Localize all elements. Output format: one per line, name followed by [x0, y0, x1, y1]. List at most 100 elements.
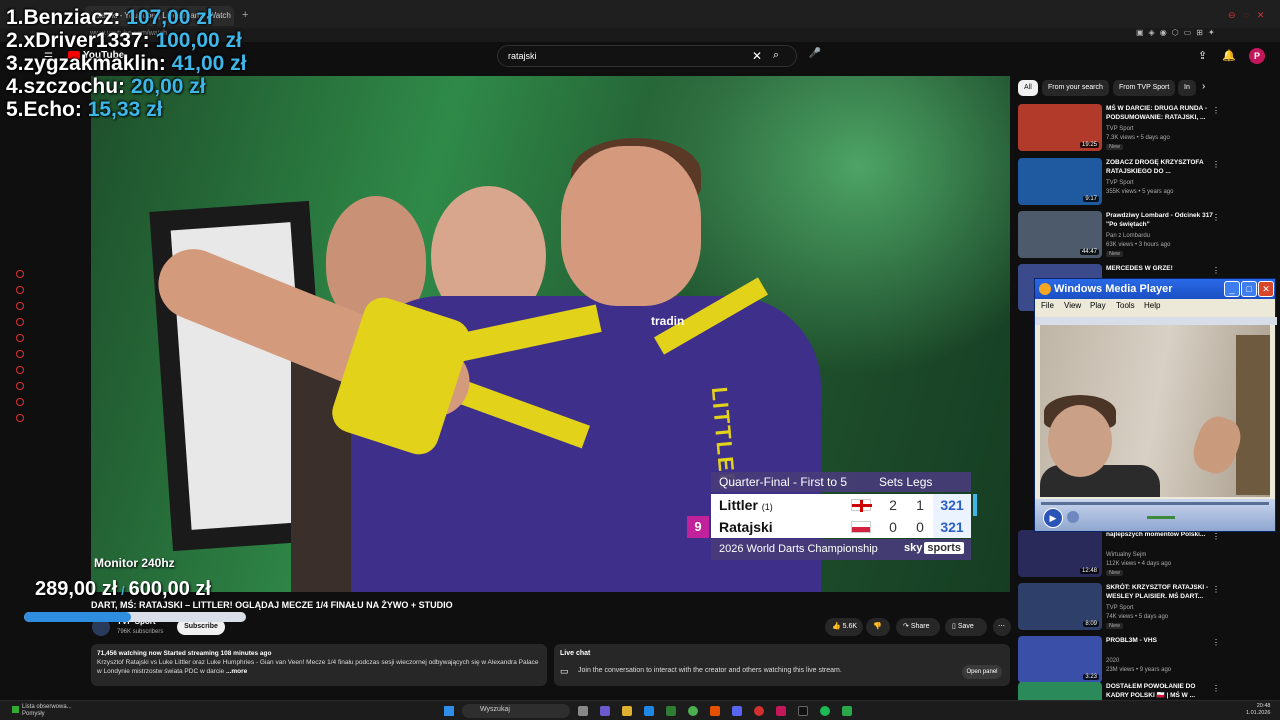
chip-all[interactable]: All: [1018, 80, 1038, 96]
volume-slider[interactable]: [1147, 516, 1175, 519]
more-actions-icon[interactable]: ⋯: [993, 618, 1011, 636]
recommendation-channel[interactable]: TVP Sport: [1106, 126, 1134, 132]
app-icon[interactable]: [710, 706, 720, 716]
account-avatar[interactable]: P: [1249, 48, 1265, 64]
strip-icon[interactable]: [16, 350, 24, 358]
widgets-icon[interactable]: [12, 706, 19, 713]
close-button[interactable]: ✕: [1258, 281, 1274, 297]
extension-icons[interactable]: ▣◈◉⬡▭⊞✦: [1136, 28, 1220, 37]
media-player-window[interactable]: Windows Media Player _ □ ✕ File View Pla…: [1034, 278, 1277, 532]
search-icon[interactable]: ⌕: [773, 49, 779, 62]
minimize-button[interactable]: _: [1224, 281, 1240, 297]
strip-icon[interactable]: [16, 286, 24, 294]
recommendation-duration: 8:09: [1083, 621, 1099, 627]
recommendation-title[interactable]: Prawdziwy Lombard - Odcinek 317 "Po świę…: [1106, 212, 1214, 229]
more-options-icon[interactable]: ⋮: [1212, 638, 1220, 647]
strip-icon[interactable]: [16, 398, 24, 406]
recommendation-thumbnail[interactable]: 8:09: [1018, 583, 1102, 630]
recommendation-channel[interactable]: TVP Sport: [1106, 605, 1134, 611]
maximize-button[interactable]: □: [1241, 281, 1257, 297]
recommendation-title[interactable]: MŚ W DARCIE: DRUGA RUNDA - PODSUMOWANIE:…: [1106, 105, 1214, 122]
search-box[interactable]: ratajski ✕ ⌕: [497, 45, 797, 67]
microphone-icon[interactable]: 🎤: [808, 48, 822, 62]
search-input[interactable]: ratajski: [508, 51, 537, 61]
like-button[interactable]: 👍 5.6K: [825, 618, 863, 636]
recommendation-title[interactable]: DOSTAŁEM POWOŁANIE DO KADRY POLSKI 🇵🇱 | …: [1106, 683, 1214, 700]
description-box[interactable]: 71,456 watching now Started streaming 10…: [91, 644, 547, 686]
copilot-icon[interactable]: [600, 706, 610, 716]
chevron-right-icon[interactable]: ›: [1202, 81, 1205, 92]
app-icon[interactable]: [842, 706, 852, 716]
share-button[interactable]: ↷ Share: [896, 618, 940, 636]
more-options-icon[interactable]: ⋮: [1212, 266, 1220, 275]
system-clock[interactable]: 20:48 1.01.2026: [1246, 703, 1270, 717]
recommendation-title[interactable]: ZOBACZ DROGĘ KRZYSZTOFA RATAJSKIEGO DO .…: [1106, 159, 1214, 176]
spotify-icon[interactable]: [820, 706, 830, 716]
more-options-icon[interactable]: ⋮: [1212, 106, 1220, 115]
strip-icon[interactable]: [16, 382, 24, 390]
edge-icon[interactable]: [644, 706, 654, 716]
notifications-bell-icon[interactable]: 🔔: [1222, 49, 1236, 62]
recommendation-item[interactable]: 19:25 MŚ W DARCIE: DRUGA RUNDA - PODSUMOW…: [1018, 104, 1248, 154]
window-controls[interactable]: ⊖◌✕: [1228, 10, 1272, 21]
discord-icon[interactable]: [732, 706, 742, 716]
more-options-icon[interactable]: ⋮: [1212, 585, 1220, 594]
taskview-icon[interactable]: [578, 706, 588, 716]
chip-from-tvp[interactable]: From TVP Sport: [1113, 80, 1176, 96]
recommendation-title[interactable]: MERCEDES W GRZE!: [1106, 265, 1214, 274]
more-options-icon[interactable]: ⋮: [1212, 213, 1220, 222]
more-options-icon[interactable]: ⋮: [1212, 532, 1220, 541]
dislike-button[interactable]: 👎: [866, 618, 890, 636]
recommendation-channel[interactable]: 2020: [1106, 658, 1119, 664]
recommendation-thumbnail[interactable]: 12:48: [1018, 530, 1102, 577]
recommendation-thumbnail[interactable]: 19:25: [1018, 104, 1102, 151]
widgets-text[interactable]: Lista obserwowa... Pomysły: [22, 704, 72, 718]
description-more-link[interactable]: ...more: [226, 668, 247, 675]
explorer-icon[interactable]: [622, 706, 632, 716]
create-icon[interactable]: ⇪: [1198, 49, 1207, 62]
menu-play[interactable]: Play: [1090, 301, 1106, 310]
recommendation-thumbnail[interactable]: 44:47: [1018, 211, 1102, 258]
more-options-icon[interactable]: ⋮: [1212, 684, 1220, 693]
window-title-bar[interactable]: Windows Media Player _ □ ✕: [1035, 279, 1275, 299]
chrome-icon[interactable]: [688, 706, 698, 716]
strip-icon[interactable]: [16, 302, 24, 310]
strip-icon[interactable]: [16, 366, 24, 374]
stop-button[interactable]: [1067, 511, 1079, 523]
opera-icon[interactable]: [754, 706, 764, 716]
menu-tools[interactable]: Tools: [1116, 301, 1135, 310]
seek-bar[interactable]: [1041, 502, 1269, 505]
recommendation-thumbnail[interactable]: 3:23: [1018, 636, 1102, 683]
recommendation-channel[interactable]: Pan z Lombardu: [1106, 233, 1150, 239]
taskbar-search[interactable]: Wyszukaj: [462, 704, 570, 718]
chip-from-search[interactable]: From your search: [1042, 80, 1109, 96]
recommendation-item[interactable]: 44:47 Prawdziwy Lombard - Odcinek 317 "Po…: [1018, 211, 1248, 261]
app-icon[interactable]: [776, 706, 786, 716]
strip-icon[interactable]: [16, 334, 24, 342]
terminal-icon[interactable]: [798, 706, 808, 716]
recommendation-item[interactable]: 8:09 SKRÓT: KRZYSZTOF RATAJSKI - WESLEY P…: [1018, 583, 1248, 633]
play-button[interactable]: ▶: [1043, 508, 1063, 528]
recommendation-item[interactable]: 3:23 PROBL3M - VHS 2020 23M views • 9 years…: [1018, 636, 1248, 686]
recommendation-item[interactable]: 9:17 ZOBACZ DROGĘ KRZYSZTOFA RATAJSKIEGO …: [1018, 158, 1248, 208]
chip-in[interactable]: In: [1178, 80, 1196, 96]
recommendation-thumbnail[interactable]: 9:17: [1018, 158, 1102, 205]
start-icon[interactable]: [444, 706, 454, 716]
menu-file[interactable]: File: [1041, 301, 1054, 310]
menu-help[interactable]: Help: [1144, 301, 1160, 310]
menu-view[interactable]: View: [1064, 301, 1081, 310]
more-options-icon[interactable]: ⋮: [1212, 160, 1220, 169]
recommendation-title[interactable]: PROBL3M - VHS: [1106, 637, 1214, 646]
recommendation-title[interactable]: SKRÓT: KRZYSZTOF RATAJSKI - WESLEY PLAIS…: [1106, 584, 1214, 601]
strip-icon[interactable]: [16, 318, 24, 326]
recommendation-channel[interactable]: Wirtualny Sejm: [1106, 552, 1146, 558]
xbox-icon[interactable]: [666, 706, 676, 716]
recommendation-item[interactable]: 12:48 najlepszych momentów Polski... Wirtu…: [1018, 530, 1248, 580]
recommendation-title[interactable]: najlepszych momentów Polski...: [1106, 531, 1214, 540]
strip-icon[interactable]: [16, 270, 24, 278]
save-button[interactable]: ▯ Save: [945, 618, 987, 636]
open-panel-button[interactable]: Open panel: [962, 665, 1002, 679]
recommendation-channel[interactable]: TVP Sport: [1106, 180, 1134, 186]
clear-search-icon[interactable]: ✕: [752, 49, 762, 63]
strip-icon[interactable]: [16, 414, 24, 422]
